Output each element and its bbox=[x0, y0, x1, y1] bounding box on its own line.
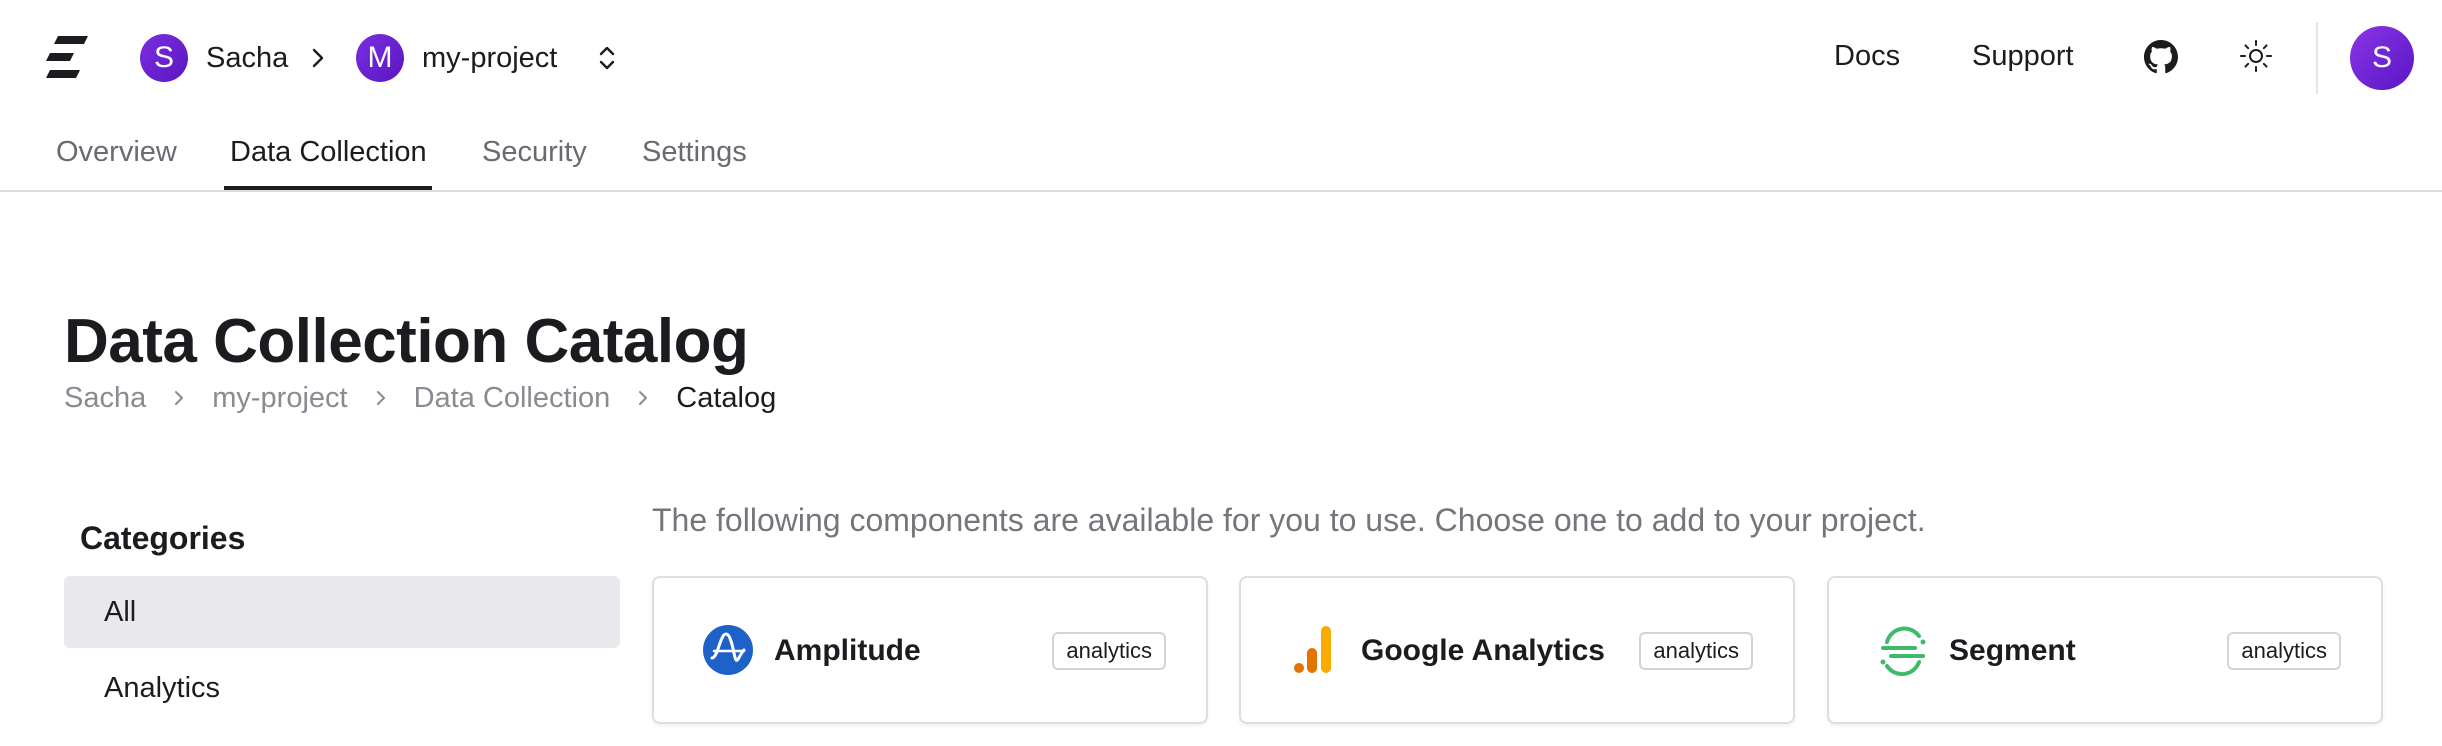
project-switcher[interactable]: M my-project bbox=[356, 30, 557, 86]
card-title: Segment bbox=[1949, 634, 2076, 667]
category-label: Analytics bbox=[104, 671, 221, 704]
category-badge: analytics bbox=[1052, 632, 1166, 670]
docs-link[interactable]: Docs bbox=[1834, 40, 1900, 73]
card-title: Google Analytics bbox=[1361, 634, 1605, 667]
catalog-intro: The following components are available f… bbox=[652, 502, 1926, 538]
chevron-right-icon bbox=[175, 391, 184, 405]
tab-overview[interactable]: Overview bbox=[56, 136, 177, 169]
chevron-right-icon bbox=[376, 391, 385, 405]
org-switcher[interactable]: S Sacha bbox=[140, 30, 288, 86]
chevron-right-icon bbox=[639, 391, 648, 405]
breadcrumb-item-project[interactable]: my-project bbox=[212, 382, 347, 415]
page-title: Data Collection Catalog bbox=[64, 307, 749, 376]
category-badge: analytics bbox=[1639, 632, 1753, 670]
category-item-analytics[interactable]: Analytics bbox=[64, 652, 620, 724]
segment-icon bbox=[1880, 626, 1926, 676]
sun-icon[interactable] bbox=[2238, 38, 2274, 74]
breadcrumb-item-catalog: Catalog bbox=[676, 381, 777, 414]
active-tab-indicator bbox=[224, 186, 432, 190]
user-avatar[interactable]: S bbox=[2350, 26, 2414, 90]
org-name: Sacha bbox=[206, 41, 289, 74]
catalog-card-amplitude[interactable]: Amplitude analytics bbox=[652, 576, 1208, 724]
category-label: All bbox=[104, 595, 137, 628]
tab-settings[interactable]: Settings bbox=[642, 136, 747, 169]
chevron-right-icon bbox=[312, 48, 324, 68]
google-analytics-icon bbox=[1294, 626, 1331, 673]
project-tabs: Overview Data Collection Security Settin… bbox=[0, 118, 2442, 192]
categories-title: Categories bbox=[80, 520, 246, 556]
category-item-all[interactable]: All bbox=[64, 576, 620, 648]
tab-security[interactable]: Security bbox=[482, 136, 587, 169]
project-avatar: M bbox=[356, 34, 404, 82]
github-icon[interactable] bbox=[2144, 40, 2178, 74]
category-badge: analytics bbox=[2227, 632, 2341, 670]
org-avatar: S bbox=[140, 34, 188, 82]
amplitude-icon bbox=[703, 625, 753, 675]
breadcrumb-item-data-collection[interactable]: Data Collection bbox=[414, 382, 611, 415]
chevron-up-down-icon[interactable] bbox=[594, 42, 620, 74]
top-bar: S Sacha M my-project Docs Support S bbox=[0, 0, 2442, 118]
catalog-card-segment[interactable]: Segment analytics bbox=[1827, 576, 2383, 724]
card-title: Amplitude bbox=[774, 634, 921, 667]
app-logo-icon[interactable] bbox=[44, 30, 96, 84]
breadcrumb: Sacha my-project Data Collection Catalog bbox=[64, 380, 776, 416]
breadcrumb-item-org[interactable]: Sacha bbox=[64, 382, 146, 415]
catalog-card-google-analytics[interactable]: Google Analytics analytics bbox=[1239, 576, 1795, 724]
project-name: my-project bbox=[422, 41, 558, 74]
tab-data-collection[interactable]: Data Collection bbox=[230, 136, 427, 169]
support-link[interactable]: Support bbox=[1972, 40, 2074, 73]
header-divider bbox=[2316, 22, 2318, 94]
